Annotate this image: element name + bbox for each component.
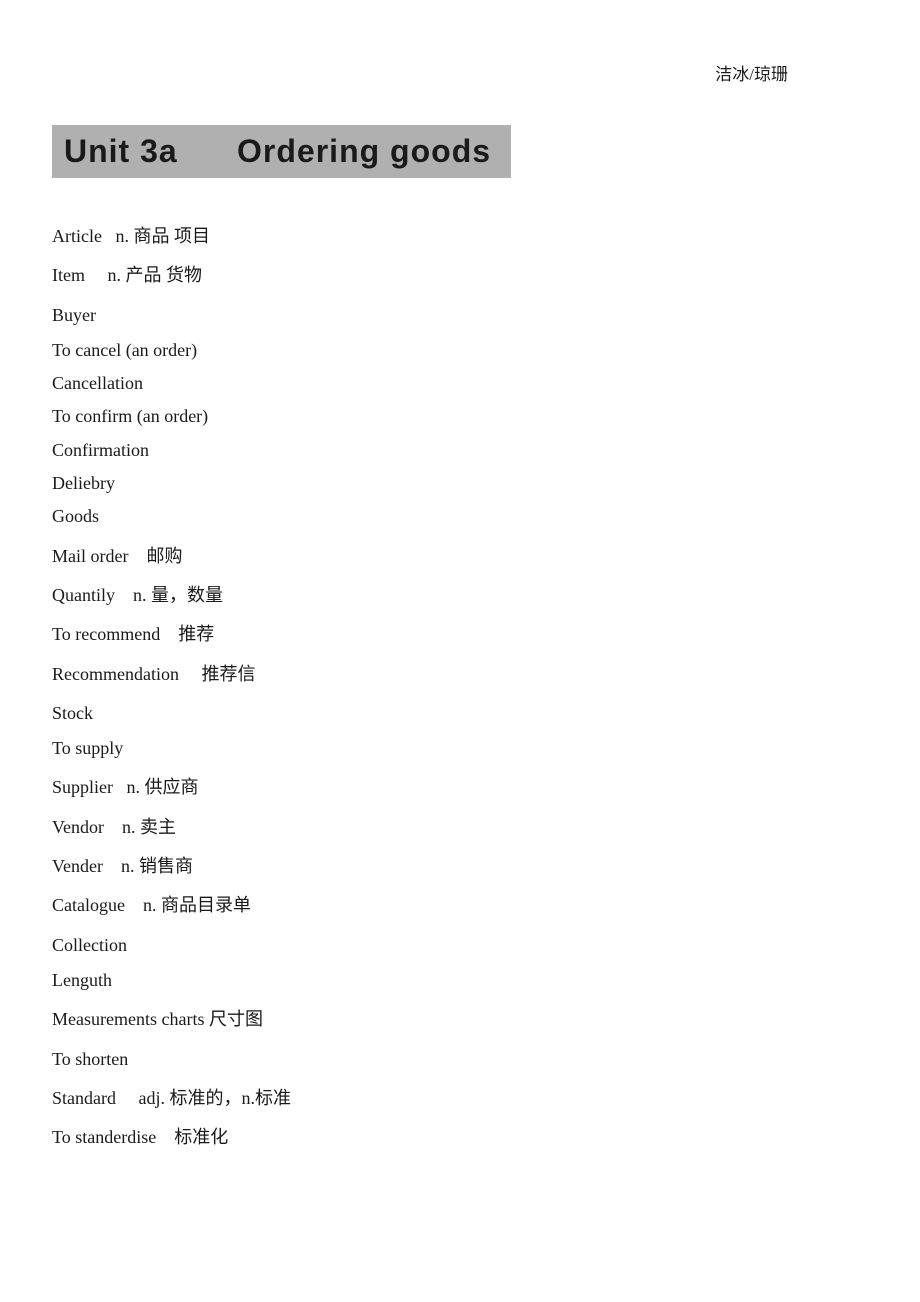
vocab-text: Vendor n. 卖主 [52,817,176,837]
vocab-text: Lenguth [52,970,112,990]
vocab-text: Goods [52,506,99,526]
list-item: Quantily n. 量，数量 [52,579,868,612]
list-item: Cancellation [52,367,868,400]
vocab-text: Vender n. 销售商 [52,856,193,876]
list-item: To shorten [52,1043,868,1076]
title-spacing [178,133,237,169]
vocab-text: Standard adj. 标准的，n.标准 [52,1088,291,1108]
unit-heading: Unit 3a Ordering goods [64,133,491,170]
vocab-text: Mail order 邮购 [52,546,182,566]
list-item: Stock [52,697,868,730]
vocab-text: Quantily n. 量，数量 [52,585,223,605]
list-item: Vendor n. 卖主 [52,811,868,844]
author-text: 洁冰/琼珊 [715,65,788,84]
list-item: To cancel (an order) [52,334,868,367]
vocab-text: To confirm (an order) [52,406,208,426]
vocab-text: Supplier n. 供应商 [52,777,199,797]
vocabulary-list: Article n. 商品 项目 Item n. 产品 货物 Buyer To … [52,220,868,1154]
list-item: Measurements charts 尺寸图 [52,1003,868,1036]
vocab-text: Catalogue n. 商品目录单 [52,895,251,915]
vocab-text: Measurements charts 尺寸图 [52,1009,263,1029]
list-item: Deliebry [52,467,868,500]
unit-title-block: Unit 3a Ordering goods [52,125,511,178]
list-item: Supplier n. 供应商 [52,771,868,804]
list-item: Vender n. 销售商 [52,850,868,883]
author-line: 洁冰/琼珊 [52,60,868,85]
list-item: Confirmation [52,434,868,467]
list-item: Article n. 商品 项目 [52,220,868,253]
vocab-text: Deliebry [52,473,115,493]
vocab-text: Recommendation 推荐信 [52,664,255,684]
list-item: To recommend 推荐 [52,618,868,651]
vocab-text: To recommend 推荐 [52,624,214,644]
vocab-text: Item n. 产品 货物 [52,265,202,285]
list-item: To standerdise 标准化 [52,1121,868,1154]
list-item: Recommendation 推荐信 [52,658,868,691]
list-item: Item n. 产品 货物 [52,259,868,292]
list-item: Lenguth [52,964,868,997]
vocab-text: Cancellation [52,373,143,393]
vocab-text: To standerdise 标准化 [52,1127,228,1147]
vocab-text: Confirmation [52,440,149,460]
list-item: Collection [52,929,868,962]
list-item: Buyer [52,299,868,332]
list-item: To supply [52,732,868,765]
unit-label: Unit 3a [64,133,178,169]
vocab-text: Collection [52,935,127,955]
vocab-text: To supply [52,738,123,758]
vocab-text: Buyer [52,305,96,325]
vocab-text: Stock [52,703,93,723]
list-item: Mail order 邮购 [52,540,868,573]
subtitle-label: Ordering goods [237,133,491,169]
vocab-text: To shorten [52,1049,128,1069]
vocab-text: To cancel (an order) [52,340,197,360]
list-item: Goods [52,500,868,533]
list-item: Catalogue n. 商品目录单 [52,889,868,922]
list-item: To confirm (an order) [52,400,868,433]
vocab-text: Article n. 商品 项目 [52,226,210,246]
list-item: Standard adj. 标准的，n.标准 [52,1082,868,1115]
